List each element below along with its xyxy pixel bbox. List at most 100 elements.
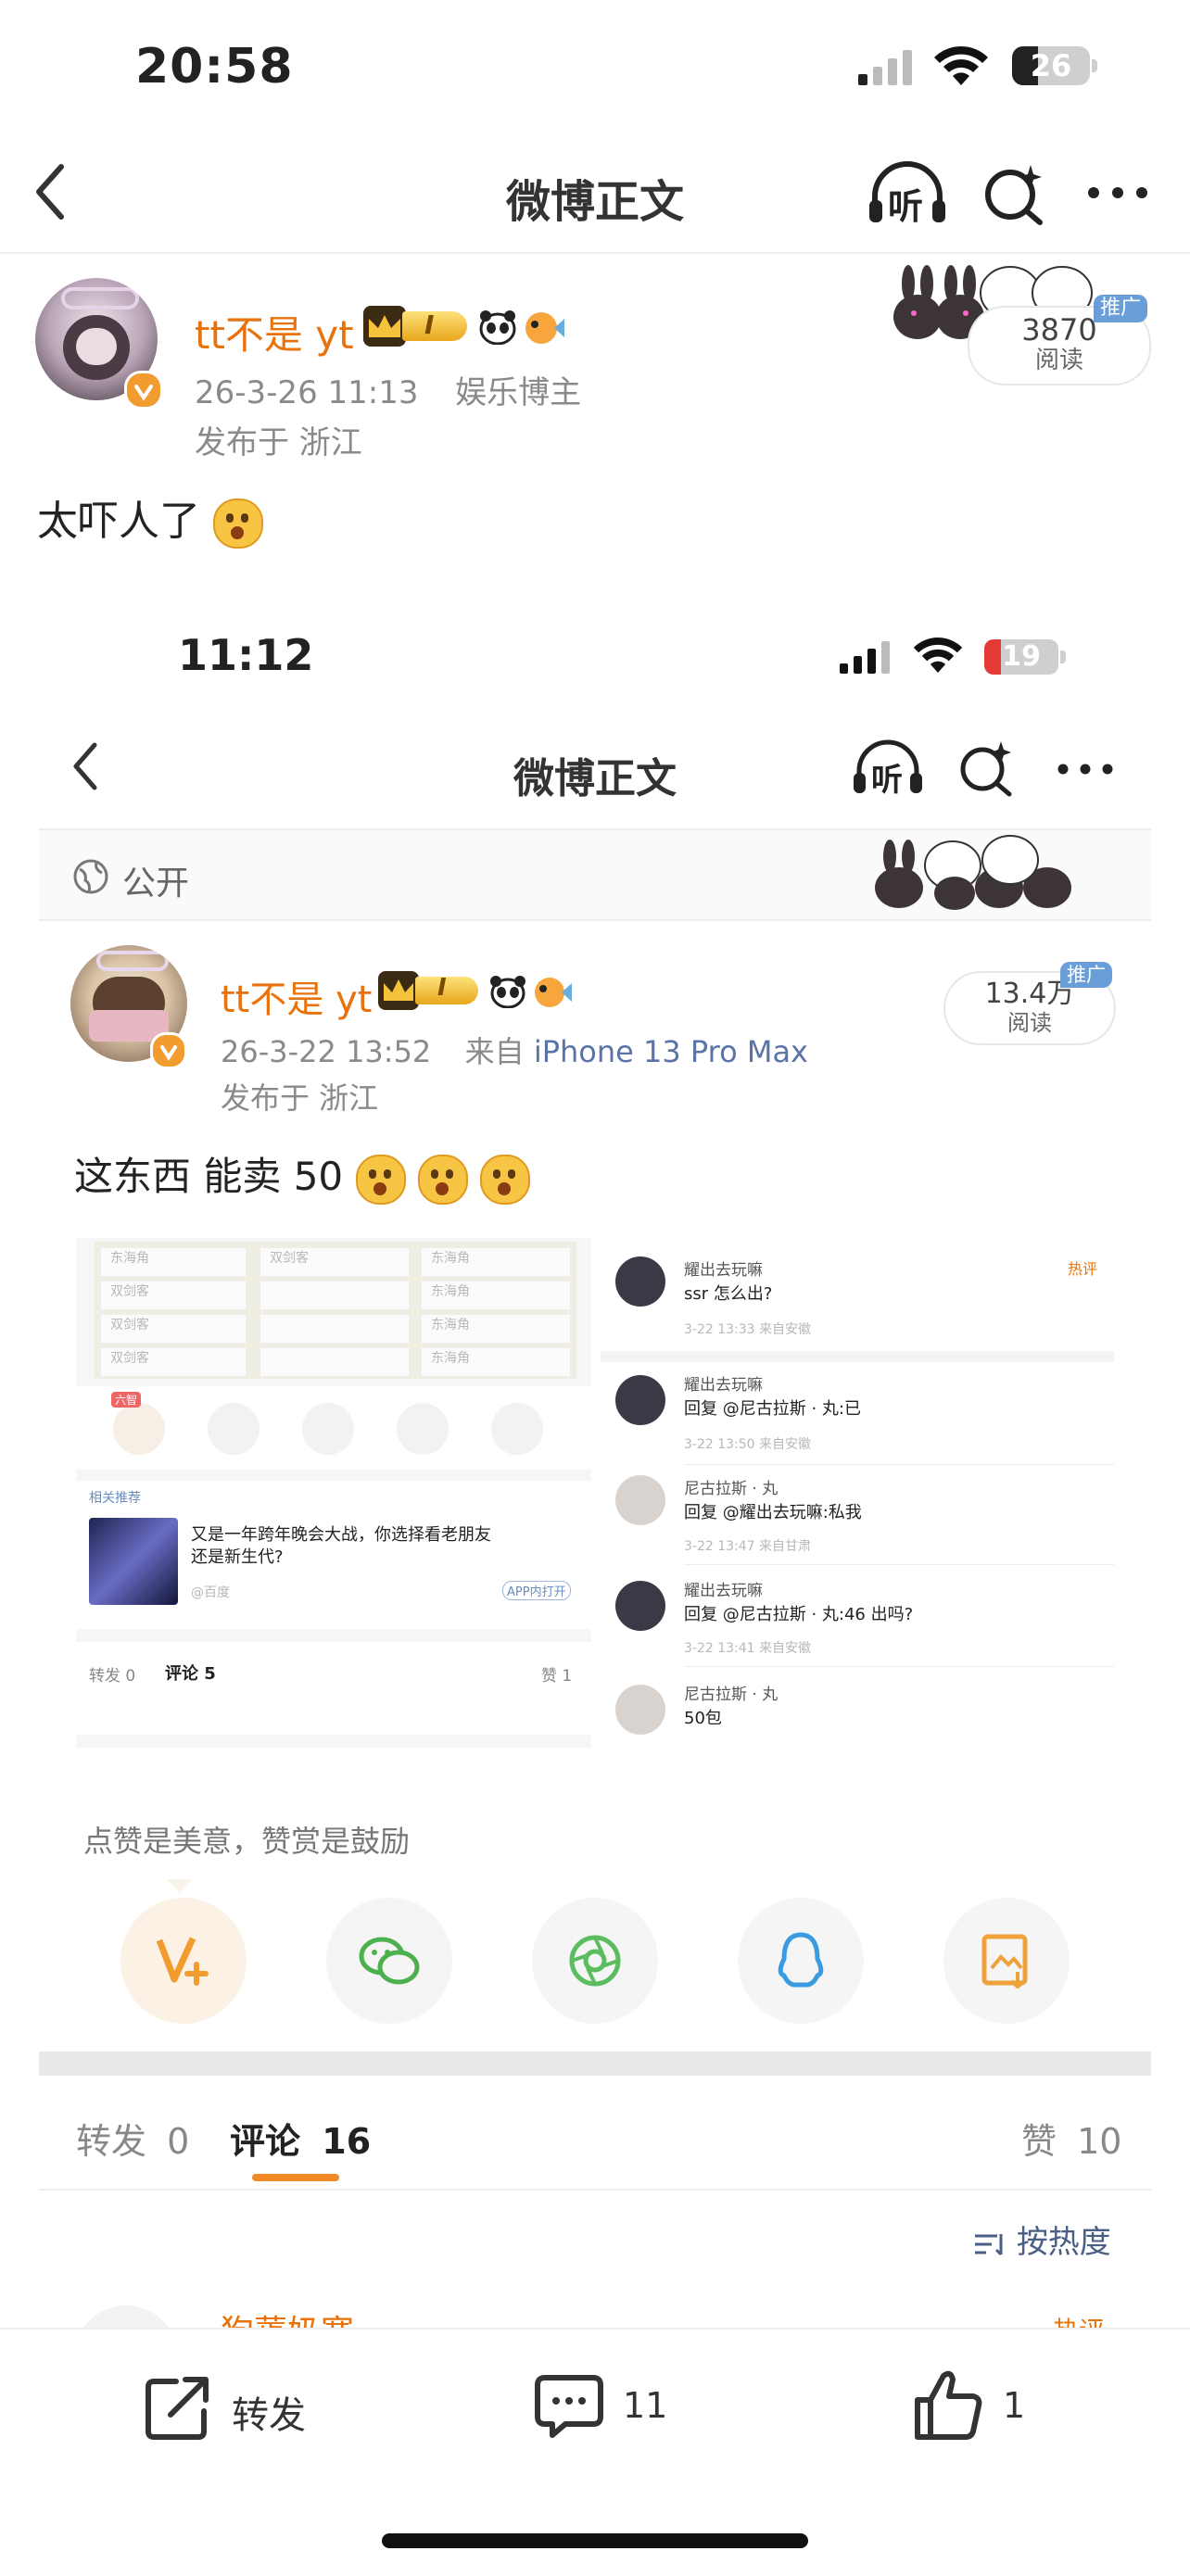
grid-cell: 东海角 <box>421 1281 571 1310</box>
grid-cell <box>260 1314 410 1344</box>
grid-cell: 双剑客 <box>100 1347 247 1377</box>
embedded-read-label: 阅读 <box>1007 1009 1052 1036</box>
inner-comment-meta: 3-22 13:47 来自甘肃 <box>684 1539 812 1554</box>
share-moments-button <box>532 1898 658 2024</box>
shocked-emoji-icon <box>213 499 263 549</box>
level-badge: I <box>424 309 435 340</box>
home-indicator <box>382 2533 808 2548</box>
visibility-divider <box>39 919 1151 921</box>
embedded-status-time: 11:12 <box>178 630 314 680</box>
inner-comment-divider <box>601 1351 1114 1362</box>
inner-comment-avatar <box>615 1475 665 1525</box>
inner-comment-divider <box>684 1564 1114 1565</box>
tab-comment-label: 评论 <box>230 2121 301 2162</box>
embedded-text-row: 这东西 能卖 50 <box>74 1145 531 1205</box>
listen-button[interactable]: 听 <box>867 159 947 227</box>
signal-icon <box>856 48 916 87</box>
inner-image-left: 东海角 双剑客 双剑客 双剑客 双剑客 东海角 东海角 东海角 东海角 六智 相… <box>76 1238 591 1748</box>
grid-cell-label: 双剑客 <box>110 1284 149 1299</box>
username[interactable]: tt不是 yt <box>195 304 354 360</box>
grid-cell: 东海角 <box>421 1347 571 1377</box>
inner-comment-meta: 3-22 13:50 来自安徽 <box>684 1437 812 1452</box>
tab-comment-count: 16 <box>322 2121 372 2162</box>
comment-count: 11 <box>623 2385 668 2426</box>
inner-tag: 六智 <box>111 1392 142 1408</box>
inner-tab-like: 赞 1 <box>541 1667 573 1686</box>
share-qq-button <box>738 1898 864 2024</box>
inner-related-text-1: 又是一年跨年晚会大战，你选择看老朋友 <box>191 1525 491 1545</box>
tab-comment: 评论 16 <box>230 2113 371 2164</box>
inner-comment-text: ssr 怎么出? <box>684 1284 773 1304</box>
battery-level: 26 <box>1030 48 1072 83</box>
inner-image-right: 热评 耀出去玩嘛 ssr 怎么出? 3-22 13:33 来自安徽 耀出去玩嘛 … <box>601 1238 1114 1748</box>
grid-cell-label: 东海角 <box>431 1284 470 1299</box>
embedded-signal-icon <box>838 639 893 675</box>
embedded-location: 发布于 浙江 <box>221 1080 379 1116</box>
panda-icon <box>478 309 517 346</box>
embedded-verified-icon <box>150 1032 187 1069</box>
embedded-battery-level: 19 <box>1002 640 1041 673</box>
grid-cell: 双剑客 <box>100 1314 247 1344</box>
comment-button[interactable]: 11 <box>534 2372 701 2441</box>
post-text: 太吓人了 <box>37 498 200 545</box>
battery-icon: 26 <box>1012 46 1101 87</box>
sort-icon <box>975 2233 1003 2255</box>
tab-repost: 转发 0 <box>76 2113 189 2164</box>
inner-v-icon <box>113 1403 165 1455</box>
more-icon[interactable] <box>1086 182 1153 204</box>
wechat-icon <box>359 1937 420 1985</box>
inner-comment-text: 50包 <box>684 1709 722 1728</box>
post-location: 发布于 浙江 <box>195 424 362 461</box>
grid-cell-label: 东海角 <box>431 1251 470 1266</box>
moments-icon <box>569 1935 621 1987</box>
sort-toggle: 按热度 <box>973 2216 1111 2262</box>
post-date: 26-3-26 11:13 娱乐博主 <box>195 367 581 412</box>
verified-badge-icon <box>124 371 163 410</box>
inner-comment-name: 耀出去玩嘛 <box>684 1376 763 1395</box>
inner-comment-name: 耀出去玩嘛 <box>684 1582 763 1600</box>
embedded-crown-icon: I <box>378 971 486 1010</box>
embedded-pufferfish-icon <box>530 973 573 1010</box>
inner-comment-meta: 3-22 13:41 来自安徽 <box>684 1641 812 1656</box>
grid-cell: 东海角 <box>421 1247 571 1277</box>
read-label: 阅读 <box>1034 346 1083 374</box>
like-button[interactable]: 1 <box>914 2368 1044 2443</box>
repost-icon <box>146 2377 209 2440</box>
embedded-sticker <box>862 827 1077 919</box>
inner-related-thumb <box>89 1518 178 1605</box>
section-separator <box>39 2052 1151 2076</box>
tab-comment-underline <box>252 2174 339 2181</box>
grid-cell: 双剑客 <box>100 1281 247 1310</box>
inner-related-text-2: 还是新生代? <box>191 1547 284 1567</box>
grid-cell-label: 双剑客 <box>270 1251 309 1266</box>
ad-badge: 推广 <box>1094 295 1147 322</box>
inner-comment-meta: 3-22 13:33 来自安徽 <box>684 1322 812 1337</box>
repost-button[interactable]: 转发 <box>145 2372 330 2441</box>
status-time: 20:58 <box>135 39 294 95</box>
post-role: 娱乐博主 <box>455 374 582 411</box>
sparkle-search-icon[interactable] <box>981 159 1047 226</box>
inner-hot-label: 热评 <box>1068 1260 1098 1278</box>
shocked-emoji-icon <box>417 1154 468 1205</box>
inner-comment-text: 回复 @尼古拉斯 · 丸:46 出吗? <box>684 1605 914 1624</box>
inner-qq-icon <box>397 1403 449 1455</box>
inner-comment-name: 尼古拉斯 · 丸 <box>684 1686 779 1704</box>
wifi-icon <box>932 44 990 87</box>
post-date-text: 26-3-26 11:13 <box>195 374 419 411</box>
embedded-source-prefix: 来自 <box>464 1034 525 1069</box>
inner-comment-avatar <box>615 1685 665 1735</box>
inner-comment-text: 回复 @尼古拉斯 · 丸:已 <box>684 1399 861 1419</box>
repost-label: 转发 <box>232 2394 306 2437</box>
grid-cell: 双剑客 <box>260 1247 410 1277</box>
tabs-divider <box>39 2189 1151 2191</box>
tab-repost-label: 转发 <box>76 2121 147 2162</box>
grid-cell-label: 双剑客 <box>110 1318 149 1332</box>
embedded-text: 这东西 能卖 50 <box>74 1154 344 1199</box>
embedded-more-icon <box>1057 760 1116 778</box>
grid-cell-label: 东海角 <box>431 1351 470 1366</box>
visibility-label: 公开 <box>122 865 190 903</box>
embedded-source: iPhone 13 Pro Max <box>533 1034 808 1069</box>
grid-cell-label: 双剑客 <box>110 1351 149 1366</box>
embedded-listen-icon: 听 <box>853 738 923 799</box>
save-image-icon <box>981 1934 1028 1989</box>
